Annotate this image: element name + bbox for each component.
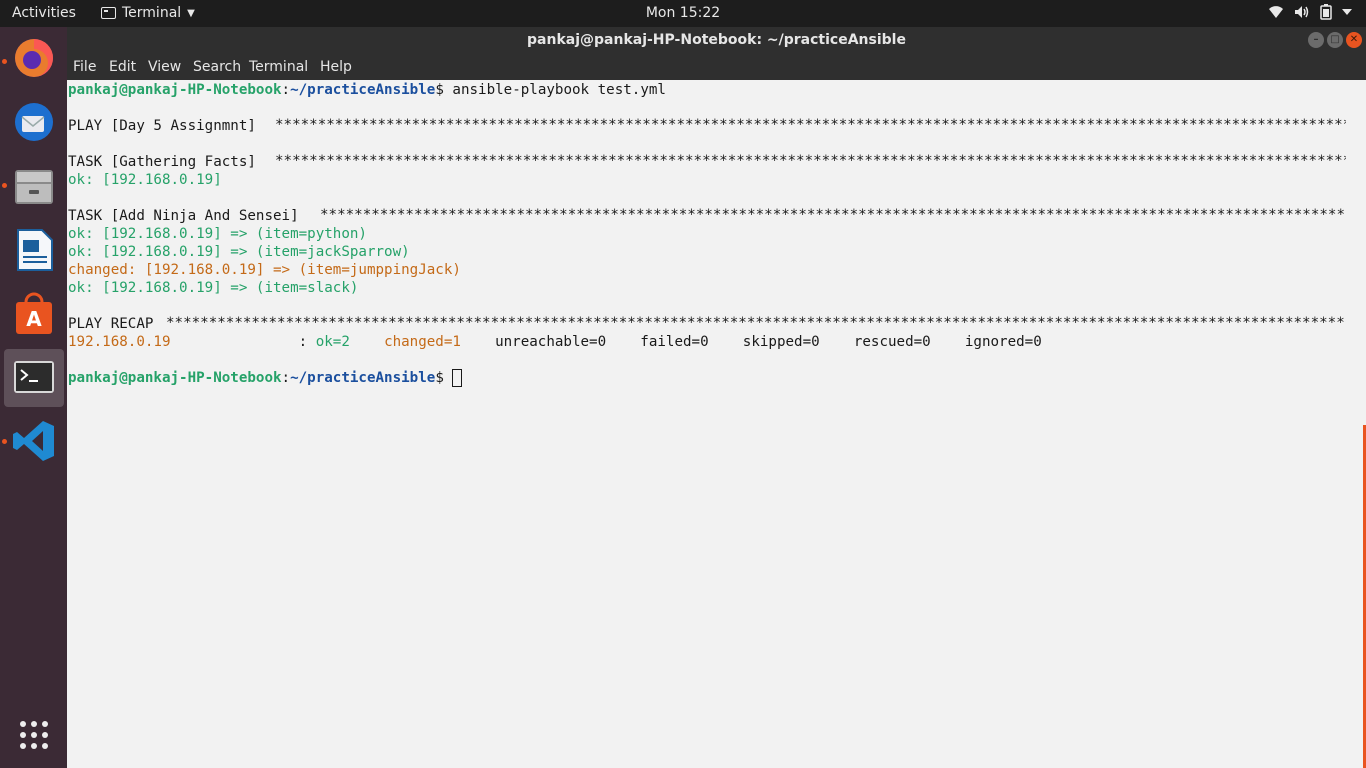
recap-changed: changed=1 [384,334,461,350]
terminal-small-icon [101,7,116,19]
caret-down-icon: ▼ [187,7,195,19]
maximize-button[interactable]: □ [1327,32,1343,48]
prompt-line: pankaj@pankaj-HP-Notebook:~/practiceAnsi… [68,82,666,98]
firefox-icon [15,39,53,77]
terminal-output[interactable]: pankaj@pankaj-HP-Notebook: ~/practiceAnsi… [67,80,1366,768]
prompt-user: pankaj@pankaj-HP-Notebook [68,370,282,386]
prompt-user: pankaj@pankaj-HP-Notebook [68,82,282,98]
task2-stars: ****************************************… [320,207,1346,223]
wifi-icon [1269,6,1283,18]
task1-header: TASK [Gathering Facts] [68,154,265,170]
top-bar: Activities Terminal ▼ Mon 15:22 [0,0,1366,27]
prompt-path: ~/practiceAnsible [290,370,436,386]
app-menu[interactable]: Terminal ▼ [101,5,195,21]
system-tray[interactable] [1268,4,1352,20]
grid-icon [20,721,48,749]
task1-result: ok: [192.168.0.19] [68,172,222,188]
menu-view[interactable]: View [148,59,181,75]
dock: A [0,27,67,768]
clock[interactable]: Mon 15:22 [0,5,1366,21]
chevron-down-icon [1342,9,1352,15]
recap-separator: : [170,334,316,350]
dock-terminal[interactable] [4,349,64,407]
terminal-icon [14,361,54,393]
task2-result-ok: ok: [192.168.0.19] => (item=jackSparrow) [68,244,410,260]
menu-file[interactable]: File [73,59,96,75]
recap-ok: ok=2 [315,334,350,350]
task2-result-ok: ok: [192.168.0.19] => (item=python) [68,226,367,242]
files-icon [15,170,53,204]
prompt-path: ~/practiceAnsible [290,82,436,98]
prompt-line: pankaj@pankaj-HP-Notebook:~/practiceAnsi… [68,369,463,387]
menu-bar: File Edit View Search Terminal Help [67,53,1366,80]
menu-help[interactable]: Help [320,59,352,75]
task2-header: TASK [Add Ninja And Sensei] [68,208,308,224]
dock-vscode[interactable] [4,413,64,471]
vscode-icon [13,421,54,461]
play-header: PLAY [Day 5 Assignmnt] [68,118,265,134]
dock-firefox[interactable] [4,30,64,88]
dock-writer[interactable] [4,222,64,280]
svg-text:A: A [26,307,42,331]
recap-host: 192.168.0.19 [68,334,171,350]
task2-result-ok: ok: [192.168.0.19] => (item=slack) [68,280,359,296]
text-cursor [452,369,463,387]
command-text: ansible-playbook test.yml [443,82,666,98]
recap-line: 192.168.0.19 : ok=2 changed=1 unreachabl… [68,333,1042,351]
volume-icon [1295,6,1309,18]
window-titlebar[interactable]: pankaj@pankaj-HP-Notebook: ~/practiceAns… [67,27,1366,53]
recap-rest: unreachable=0 failed=0 skipped=0 rescued… [460,334,1042,350]
play-stars: ****************************************… [275,117,1346,133]
recap-header-line: PLAY RECAP [68,315,162,333]
software-center-icon: A [16,292,52,334]
minimize-button[interactable]: – [1308,32,1324,48]
menu-terminal[interactable]: Terminal [249,59,308,75]
recap-header: PLAY RECAP [68,316,162,332]
libreoffice-writer-icon [17,229,53,271]
dock-thunderbird[interactable] [4,94,64,152]
task1-stars: ****************************************… [275,153,1346,169]
menu-search[interactable]: Search [193,59,241,75]
activities-button[interactable]: Activities [12,5,76,21]
task2-result-changed: changed: [192.168.0.19] => (item=jumppin… [68,262,461,278]
app-menu-label: Terminal [122,5,182,21]
battery-icon [1320,4,1332,20]
task-header-line: TASK [Gathering Facts] [68,153,264,171]
close-button[interactable]: ✕ [1346,32,1362,48]
window-controls: – □ ✕ [1308,32,1362,48]
dock-software[interactable]: A [4,286,64,344]
dock-files[interactable] [4,158,64,216]
window-title: pankaj@pankaj-HP-Notebook: ~/practiceAns… [527,32,906,48]
show-applications[interactable] [4,707,64,765]
recap-stars: ****************************************… [166,315,1346,331]
menu-edit[interactable]: Edit [109,59,136,75]
thunderbird-icon [15,103,53,141]
task-header-line: TASK [Add Ninja And Sensei] [68,207,307,225]
